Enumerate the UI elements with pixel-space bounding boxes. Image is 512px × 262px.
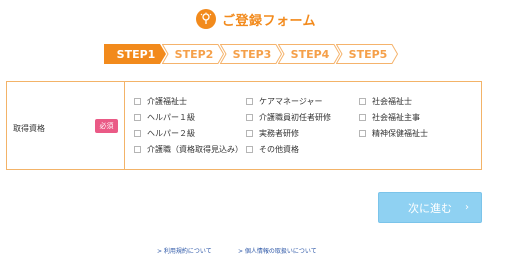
privacy-link[interactable]: > 個人情報の取扱いについて (238, 246, 317, 255)
step-3: STEP3 (220, 44, 282, 64)
step-label: STEP1 (116, 47, 156, 61)
step-label: STEP4 (290, 47, 330, 61)
required-badge: 必須 (95, 119, 118, 133)
page-title: ご登録フォーム (221, 13, 317, 29)
option-label: 介護職員初任者研修 (259, 113, 331, 122)
page-header: ご登録フォーム (0, 8, 512, 30)
option-label: ケアマネージャー (259, 97, 323, 106)
option-label: 精神保健福祉士 (372, 129, 428, 138)
next-button-label: 次に進む (408, 201, 452, 215)
field-label-cell: 取得資格 必須 (7, 82, 125, 169)
checkbox[interactable] (359, 114, 366, 121)
checkbox[interactable] (134, 130, 141, 137)
checkbox-option[interactable]: 介護福祉士 (134, 96, 187, 107)
checkbox-option[interactable]: 社会福祉士 (359, 96, 412, 107)
checkbox-option[interactable]: 社会福祉主事 (359, 112, 420, 123)
step-2: STEP2 (162, 44, 224, 64)
field-label: 取得資格 (13, 124, 45, 133)
option-label: 社会福祉主事 (372, 113, 420, 122)
next-button[interactable]: 次に進む › (378, 192, 482, 223)
option-label: 実務者研修 (259, 129, 299, 138)
checkbox[interactable] (134, 98, 141, 105)
checkbox[interactable] (246, 146, 253, 153)
checkbox-option[interactable]: 精神保健福祉士 (359, 128, 428, 139)
checkbox-option[interactable]: 介護職員初任者研修 (246, 112, 331, 123)
step-5: STEP5 (336, 44, 398, 64)
bulb-hand-icon (195, 9, 216, 29)
checkbox-option[interactable]: ヘルパー１級 (134, 112, 195, 123)
step-label: STEP5 (348, 47, 388, 61)
checkbox-option[interactable]: 介護職（資格取得見込み） (134, 144, 243, 155)
step-label: STEP2 (174, 47, 214, 61)
option-label: 介護福祉士 (147, 97, 187, 106)
checkbox[interactable] (359, 98, 366, 105)
checkbox[interactable] (134, 114, 141, 121)
checkbox[interactable] (359, 130, 366, 137)
checkbox-option[interactable]: 実務者研修 (246, 128, 299, 139)
checkbox[interactable] (246, 98, 253, 105)
option-label: ヘルパー１級 (147, 113, 195, 122)
checkbox-option[interactable]: その他資格 (246, 144, 299, 155)
checkbox[interactable] (134, 146, 141, 153)
qualification-form: 取得資格 必須 介護福祉士 ケアマネージャー 社会福祉士 ヘルパー１級 介護職員… (6, 81, 482, 170)
checkbox-option[interactable]: ケアマネージャー (246, 96, 322, 107)
chevron-right-icon: › (465, 202, 469, 213)
option-label: ヘルパー２級 (147, 129, 195, 138)
checkbox-option[interactable]: ヘルパー２級 (134, 128, 195, 139)
step-4: STEP4 (278, 44, 340, 64)
option-label: 介護職（資格取得見込み） (147, 145, 243, 154)
step-label: STEP3 (232, 47, 272, 61)
option-label: その他資格 (259, 145, 299, 154)
checkbox[interactable] (246, 130, 253, 137)
terms-link[interactable]: > 利用規約について (157, 246, 212, 255)
step-1: STEP1 (104, 44, 166, 64)
step-progress: STEP1 STEP2 STEP3 STEP4 STEP5 (104, 44, 398, 64)
option-label: 社会福祉士 (372, 97, 412, 106)
checkbox[interactable] (246, 114, 253, 121)
